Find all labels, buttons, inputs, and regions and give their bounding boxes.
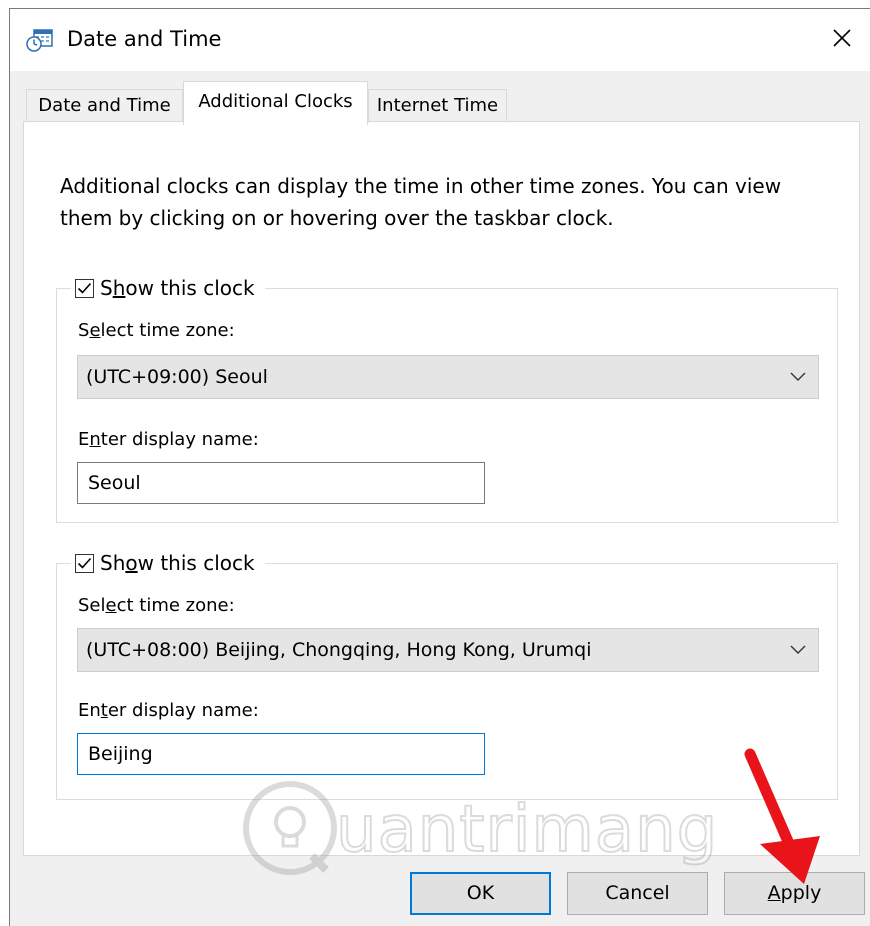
checkbox-checked-icon (75, 553, 94, 573)
show-clock-2-label: Show this clock (100, 551, 255, 575)
clock-group-2: Show this clock Select time zone: (UTC+0… (56, 548, 838, 800)
chevron-down-icon (790, 645, 806, 654)
show-clock-1-checkbox[interactable]: Show this clock (71, 273, 265, 303)
additional-clocks-panel: Additional clocks can display the time i… (23, 121, 860, 856)
timezone-2-value: (UTC+08:00) Beijing, Chongqing, Hong Kon… (86, 639, 592, 661)
timezone-2-select[interactable]: (UTC+08:00) Beijing, Chongqing, Hong Kon… (77, 628, 819, 672)
date-time-dialog: Date and Time Date and Time Additional C… (9, 8, 870, 926)
close-button[interactable] (822, 21, 862, 55)
timezone-1-value: (UTC+09:00) Seoul (86, 366, 268, 388)
timezone-2-label: Select time zone: (78, 595, 235, 616)
cancel-button[interactable]: Cancel (567, 872, 708, 915)
show-clock-1-label: Show this clock (100, 276, 255, 300)
show-clock-2-checkbox[interactable]: Show this clock (71, 548, 265, 578)
display-name-2-input[interactable]: Beijing (77, 733, 485, 775)
chevron-down-icon (790, 372, 806, 381)
window-title: Date and Time (67, 27, 222, 51)
close-icon (833, 29, 851, 47)
ok-button[interactable]: OK (410, 872, 551, 915)
description-text: Additional clocks can display the time i… (60, 174, 782, 230)
date-time-app-icon (26, 29, 53, 52)
title-bar: Date and Time (10, 9, 870, 71)
display-name-1-input[interactable]: Seoul (77, 462, 485, 504)
tab-strip: Date and Time Additional Clocks Internet… (10, 71, 870, 125)
timezone-1-select[interactable]: (UTC+09:00) Seoul (77, 355, 819, 399)
tab-additional-clocks[interactable]: Additional Clocks (183, 81, 368, 125)
apply-button[interactable]: Apply (724, 872, 865, 915)
tab-internet-time[interactable]: Internet Time (368, 89, 507, 121)
clock-group-1: Show this clock Select time zone: (UTC+0… (56, 273, 838, 523)
tab-date-and-time[interactable]: Date and Time (26, 89, 183, 121)
display-name-1-label: Enter display name: (78, 429, 259, 450)
checkbox-checked-icon (75, 278, 94, 298)
display-name-2-label: Enter display name: (78, 700, 259, 721)
timezone-1-label: Select time zone: (78, 320, 235, 341)
